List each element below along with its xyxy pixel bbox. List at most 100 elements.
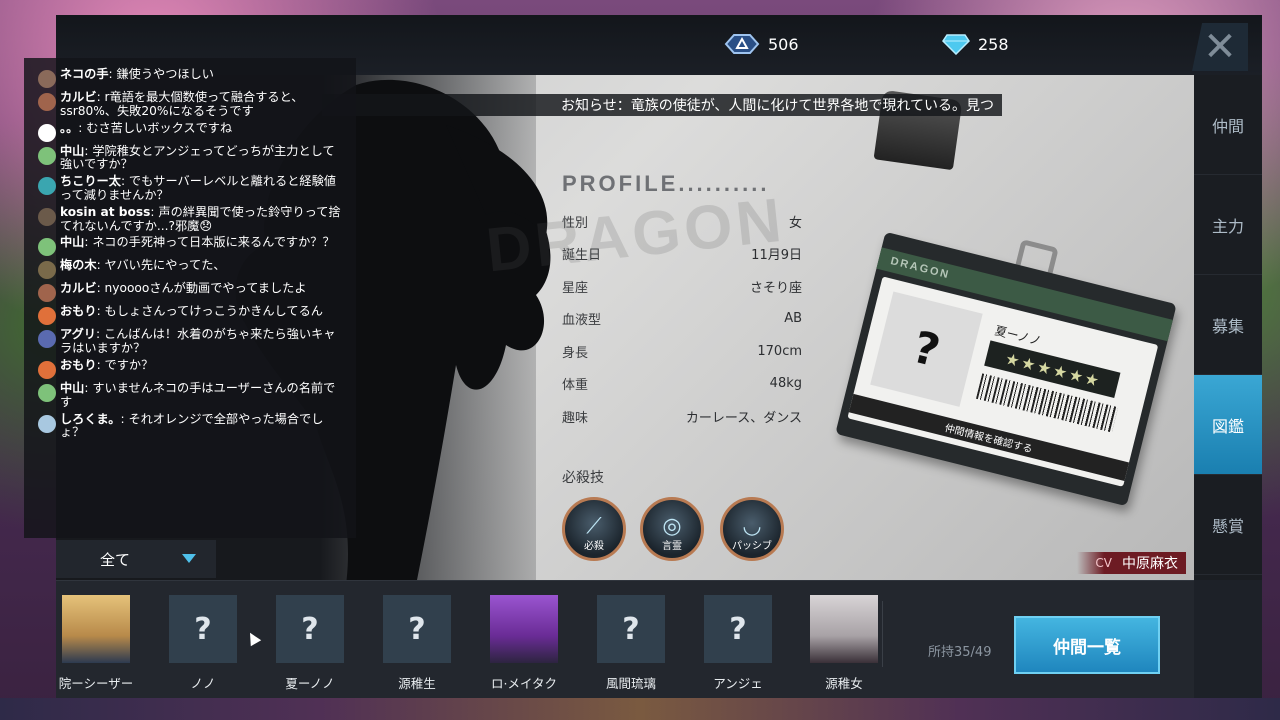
avatar [38, 383, 56, 402]
character-slot[interactable]: ロ·メイタク [490, 595, 558, 692]
avatar [38, 307, 56, 326]
skill-label: 言霊 [662, 541, 682, 552]
profile-label: 趣味 [562, 410, 589, 426]
chat-text: 鎌使うやつほしい [116, 67, 215, 81]
character-name: アンジェ [713, 676, 763, 691]
chat-message: kosin at boss: 声の絆異聞で使った鈴守りって捨てれないんですか..… [38, 204, 346, 234]
chat-author: おもり [60, 357, 97, 372]
chat-author: しろくま。 [60, 411, 121, 426]
ticket-icon [724, 34, 760, 54]
skill-ultimate-button[interactable]: ⟋ 必殺 [562, 497, 626, 561]
chat-text: ヤバい先にやってた、 [104, 258, 226, 273]
character-list-button[interactable]: 仲間一覧 [1014, 616, 1160, 674]
gem-counter: 258 [942, 33, 1009, 55]
chat-message: 中山: すいませんネコの手はユーザーさんの名前です [38, 380, 346, 410]
character-slot[interactable]: ? 夏ーノノ [276, 595, 344, 692]
chat-text: ですか？ [104, 357, 154, 372]
character-portrait: ? [276, 595, 344, 663]
character-slot[interactable]: ? ノノ [169, 595, 237, 692]
character-strip: 院ーシーザー ? ノノ ? 夏ーノノ ? 源稚生 ロ·メイタク ? 風間琉璃 ?… [56, 580, 1194, 698]
close-button[interactable]: ✕ [1192, 23, 1248, 71]
chat-text: r竜語を最大個数使って融合すると、ssr80%、失敗20%になるそうです [60, 90, 304, 118]
chat-message: 中山: ネコの手死神って日本版に来るんですか？？ [38, 235, 346, 257]
id-card[interactable]: DRAGON ? 夏ーノノ ★ ★ ★ ★ ★ ★ 仲間情報を確認する [835, 231, 1177, 507]
chat-author: ちこりー太 [60, 174, 121, 189]
lips-icon: ◡ [742, 514, 762, 539]
profile-value: 11月9日 [751, 248, 802, 264]
character-portrait: ? [704, 595, 772, 663]
skill-kotodama-button[interactable]: ◎ 言霊 [640, 497, 704, 561]
character-slot[interactable]: ? アンジェ [704, 595, 772, 692]
character-slot[interactable]: ? 風間琉璃 [597, 595, 665, 692]
chat-message: カルビ: r竜語を最大個数使って融合すると、ssr80%、失敗20%になるそうで… [38, 90, 346, 119]
character-slot[interactable]: 源稚女 [810, 595, 878, 692]
character-portrait: ? [383, 595, 451, 663]
ticket-count: 506 [768, 34, 799, 54]
avatar [38, 284, 56, 303]
chat-message: ネコの手: 鎌使うやつほしい [38, 67, 346, 88]
profile-row-zodiac: 星座 さそり座 [562, 270, 802, 303]
avatar [38, 123, 56, 142]
star-icon: ★ [1082, 368, 1102, 391]
profile-row-height: 身長 170cm [562, 335, 802, 368]
blade-icon: ⟋ [586, 514, 602, 539]
character-name: 源稚女 [825, 676, 863, 691]
chat-message: アグリ: こんばんは！水着のがちゃ来たら強いキャラはいますか？ [38, 327, 346, 356]
chat-text: もしょさんってけっこうかきんしてるん [104, 304, 323, 319]
chat-author: おもり [60, 304, 97, 319]
profile-value: 女 [788, 215, 802, 231]
chat-text: むさ苦しいボックスですね [86, 120, 233, 135]
chat-author: 中山 [60, 143, 85, 158]
character-portrait [490, 595, 558, 663]
avatar [38, 207, 56, 226]
profile-label: 性別 [562, 215, 589, 231]
chat-text: こんばんは！水着のがちゃ来たら強いキャラはいますか？ [60, 327, 336, 356]
chat-author: 。。 [60, 120, 79, 135]
skill-passive-button[interactable]: ◡ パッシブ [720, 497, 784, 561]
vortex-icon: ◎ [662, 514, 682, 539]
profile-label: 誕生日 [562, 248, 602, 264]
chat-text: すいませんネコの手はユーザーさんの名前です [60, 380, 336, 409]
avatar [38, 70, 56, 88]
ticket-counter: 506 [724, 33, 799, 55]
profile-title: PROFILE.......... [562, 171, 770, 196]
owned-count: 所持35/49 [928, 645, 992, 660]
chat-author: kosin at boss [60, 204, 151, 219]
character-portrait: ? [597, 595, 665, 663]
character-portrait [62, 595, 130, 663]
avatar [38, 261, 56, 280]
filter-dropdown[interactable]: 全て [56, 540, 216, 578]
background-floor [0, 698, 1280, 720]
chat-author: 中山 [60, 235, 85, 250]
chat-author: 梅の木 [60, 258, 97, 273]
avatar [38, 330, 56, 349]
tab-kensho[interactable]: 懸賞 [1194, 475, 1262, 575]
profile-row-weight: 体重 48kg [562, 368, 802, 401]
profile-label: 身長 [562, 345, 589, 361]
chat-message: 中山: 学院稚女とアンジェってどっちが主力として強いですか？ [38, 143, 346, 173]
character-slot[interactable]: 院ーシーザー [59, 595, 133, 692]
tab-zukan[interactable]: 図鑑 [1194, 375, 1262, 475]
avatar [38, 414, 56, 433]
side-tabs: 仲間 主力 募集 図鑑 懸賞 [1194, 75, 1262, 580]
profile-value: 48kg [769, 376, 802, 392]
character-slot[interactable]: ? 源稚生 [383, 595, 451, 692]
skill-label: 必殺 [584, 541, 604, 552]
chat-author: カルビ [60, 90, 97, 104]
tab-nakama[interactable]: 仲間 [1194, 75, 1262, 175]
chat-author: アグリ [60, 327, 96, 342]
strip-divider [882, 601, 883, 667]
cv-name: 中原麻衣 [1122, 556, 1178, 572]
profile-row-birthday: 誕生日 11月9日 [562, 238, 802, 271]
chat-author: 中山 [60, 380, 85, 395]
character-portrait [810, 595, 878, 663]
character-name: ロ·メイタク [491, 676, 557, 691]
character-name: 源稚生 [398, 676, 436, 691]
tab-shuryoku[interactable]: 主力 [1194, 175, 1262, 275]
chat-message: 。。: むさ苦しいボックスですね [38, 120, 346, 142]
chat-author: ネコの手 [60, 67, 109, 81]
profile-value: 170cm [757, 343, 802, 359]
tab-boshu[interactable]: 募集 [1194, 275, 1262, 375]
diamond-icon [942, 34, 970, 55]
chat-overlay: ネコの手: 鎌使うやつほしい カルビ: r竜語を最大個数使って融合すると、ssr… [24, 58, 356, 538]
